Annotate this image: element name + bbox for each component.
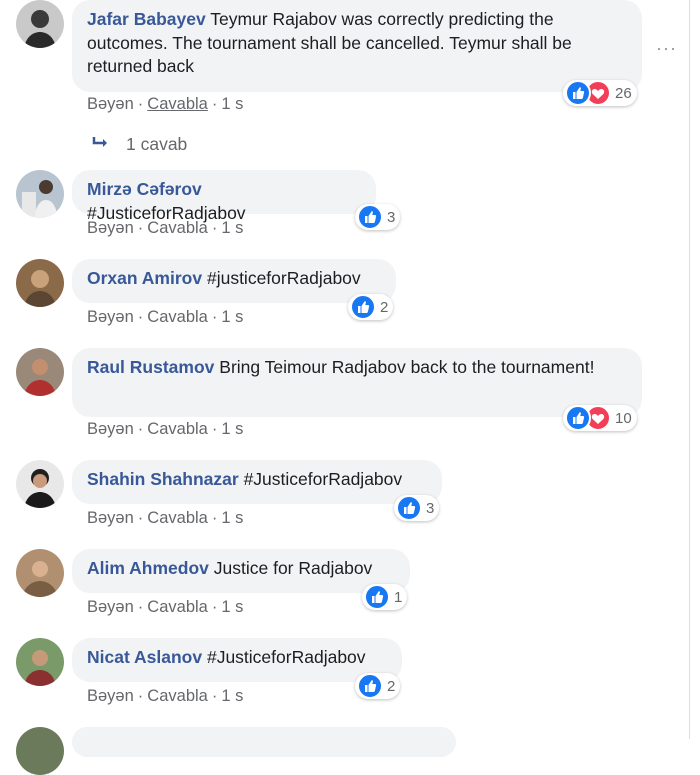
reaction-count: 10 (615, 409, 632, 427)
reaction-summary[interactable]: 3 (355, 204, 401, 230)
comment-actions: Bəyən · Cavabla · 1 s (87, 687, 244, 705)
reply-button[interactable]: Cavabla (147, 598, 208, 616)
like-icon (364, 584, 390, 610)
avatar[interactable] (16, 170, 64, 218)
reaction-count: 2 (380, 298, 389, 316)
comment-text: #JusticeforRadjabov (206, 647, 366, 667)
like-icon (357, 204, 383, 230)
like-icon (565, 405, 591, 431)
comment-author[interactable]: Mirzə Cəfərov (87, 179, 202, 199)
reply-button[interactable]: Cavabla (147, 420, 208, 438)
comment-bubble: Shahin Shahnazar #JusticeforRadjabov (72, 460, 442, 504)
timestamp[interactable]: 1 s (221, 308, 243, 326)
comment-author[interactable]: Shahin Shahnazar (87, 469, 239, 489)
comment-text: Justice for Radjabov (213, 558, 373, 578)
reaction-count: 2 (387, 677, 396, 695)
reply-arrow-icon (92, 134, 110, 155)
comment-bubble: Mirzə Cəfərov #JusticeforRadjabov (72, 170, 376, 223)
reaction-count: 3 (387, 208, 396, 226)
reply-button[interactable]: Cavabla (147, 509, 208, 527)
comment-bubble: Orxan Amirov #justiceforRadjabov (72, 259, 396, 303)
comment-text: #JusticeforRadjabov (243, 469, 403, 489)
reply-button[interactable]: Cavabla (147, 95, 208, 113)
timestamp[interactable]: 1 s (221, 219, 243, 237)
like-icon (565, 80, 591, 106)
like-icon (350, 294, 376, 320)
reaction-summary[interactable]: 10 (563, 405, 637, 431)
comment-bubble (72, 727, 456, 757)
comment-bubble: Raul Rustamov Bring Teimour Radjabov bac… (72, 348, 642, 417)
reaction-summary[interactable]: 2 (355, 673, 401, 699)
timestamp[interactable]: 1 s (221, 687, 243, 705)
avatar[interactable] (16, 259, 64, 307)
comment-actions: Bəyən · Cavabla · 1 s (87, 420, 244, 438)
like-button[interactable]: Bəyən (87, 509, 134, 527)
timestamp[interactable]: 1 s (221, 598, 243, 616)
reply-button[interactable]: Cavabla (147, 687, 208, 705)
like-button[interactable]: Bəyən (87, 308, 134, 326)
timestamp[interactable]: 1 s (221, 420, 243, 438)
like-icon (357, 673, 383, 699)
view-replies-link[interactable]: 1 cavab (92, 134, 187, 155)
comment-bubble: Nicat Aslanov #JusticeforRadjabov (72, 638, 402, 682)
comment-author[interactable]: Nicat Aslanov (87, 647, 202, 667)
like-button[interactable]: Bəyən (87, 687, 134, 705)
avatar[interactable] (16, 0, 64, 48)
comment-actions: Bəyən · Cavabla · 1 s (87, 95, 244, 113)
reaction-count: 3 (426, 499, 435, 517)
reaction-summary[interactable]: 1 (362, 584, 408, 610)
replies-count: 1 cavab (126, 134, 188, 154)
timestamp[interactable]: 1 s (221, 95, 243, 113)
avatar[interactable] (16, 727, 64, 775)
comment-text: Bring Teimour Radjabov back to the tourn… (219, 357, 595, 377)
avatar[interactable] (16, 348, 64, 396)
timestamp[interactable]: 1 s (221, 509, 243, 527)
comment-actions: Bəyən · Cavabla · 1 s (87, 509, 244, 527)
comment-actions: Bəyən · Cavabla · 1 s (87, 219, 244, 237)
comment-author[interactable]: Jafar Babayev (87, 9, 206, 29)
more-options-icon[interactable]: ··· (656, 38, 677, 59)
reaction-summary[interactable]: 3 (394, 495, 440, 521)
like-button[interactable]: Bəyən (87, 219, 134, 237)
reply-button[interactable]: Cavabla (147, 219, 208, 237)
comment-bubble: Alim Ahmedov Justice for Radjabov (72, 549, 410, 593)
comment-actions: Bəyən · Cavabla · 1 s (87, 308, 244, 326)
comment-author[interactable]: Alim Ahmedov (87, 558, 209, 578)
avatar[interactable] (16, 549, 64, 597)
reply-button[interactable]: Cavabla (147, 308, 208, 326)
comment-author[interactable]: Orxan Amirov (87, 268, 202, 288)
reaction-summary[interactable]: 2 (348, 294, 394, 320)
avatar[interactable] (16, 638, 64, 686)
comment-bubble: Jafar Babayev Teymur Rajabov was correct… (72, 0, 642, 92)
comment-author[interactable]: Raul Rustamov (87, 357, 214, 377)
like-button[interactable]: Bəyən (87, 95, 134, 113)
comment-actions: Bəyən · Cavabla · 1 s (87, 598, 244, 616)
reaction-summary[interactable]: 26 (563, 80, 637, 106)
reaction-count: 26 (615, 84, 632, 102)
like-button[interactable]: Bəyən (87, 598, 134, 616)
comment-text: #justiceforRadjabov (206, 268, 361, 288)
right-border (689, 0, 690, 739)
reaction-count: 1 (394, 588, 403, 606)
like-button[interactable]: Bəyən (87, 420, 134, 438)
avatar[interactable] (16, 460, 64, 508)
like-icon (396, 495, 422, 521)
